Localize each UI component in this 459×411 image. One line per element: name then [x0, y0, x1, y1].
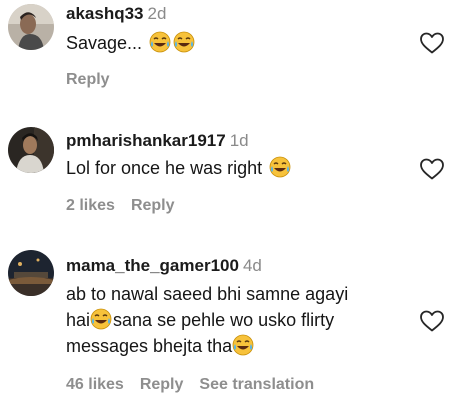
timestamp: 2d [147, 4, 167, 23]
see-translation-link[interactable]: See translation [199, 376, 314, 393]
face-with-tears-of-joy-icon [269, 156, 291, 178]
username[interactable]: mama_the_gamer100 [66, 256, 239, 275]
avatar[interactable] [8, 4, 54, 50]
likes-count[interactable]: 2 likes [66, 197, 115, 214]
face-with-tears-of-joy-icon [173, 31, 195, 53]
heart-outline-icon[interactable] [419, 31, 445, 55]
timestamp: 4d [242, 256, 262, 275]
comment-header: mama_the_gamer100 4d [66, 256, 262, 276]
avatar[interactable] [8, 127, 54, 173]
username[interactable]: akashq33 [66, 4, 144, 23]
face-with-tears-of-joy-icon [90, 308, 112, 330]
comment-actions: 46 likes Reply See translation [66, 376, 330, 394]
face-with-tears-of-joy-icon [232, 334, 254, 356]
avatar[interactable] [8, 250, 54, 296]
comment-text: Lol for once he was right [66, 155, 291, 181]
likes-count[interactable]: 46 likes [66, 376, 124, 393]
heart-outline-icon[interactable] [419, 157, 445, 181]
timestamp: 1d [229, 131, 249, 150]
comment-header: akashq33 2d [66, 4, 166, 24]
face-with-tears-of-joy-icon [149, 31, 171, 53]
username[interactable]: pmharishankar1917 [66, 131, 226, 150]
comment-actions: 2 likes Reply [66, 197, 191, 215]
reply-button[interactable]: Reply [140, 376, 184, 393]
comment-actions: Reply [66, 71, 126, 89]
comment-text: Savage... [66, 30, 195, 56]
reply-button[interactable]: Reply [66, 71, 110, 88]
reply-button[interactable]: Reply [131, 197, 175, 214]
heart-outline-icon[interactable] [419, 309, 445, 333]
comment-text: ab to nawal saeed bhi samne agayi hai san… [66, 284, 349, 356]
comment-header: pmharishankar1917 1d [66, 131, 249, 151]
